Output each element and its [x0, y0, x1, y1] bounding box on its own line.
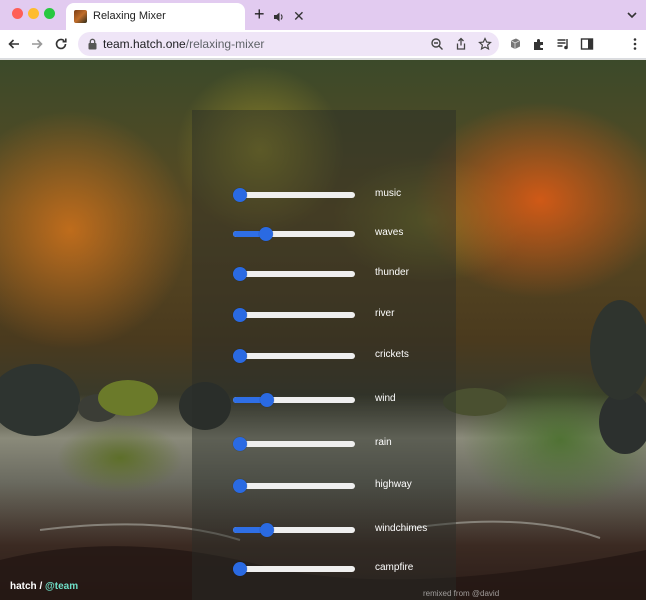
- volume-slider-river[interactable]: [233, 308, 355, 322]
- track-label: music: [375, 188, 402, 199]
- browser-toolbar: team.hatch.one/relaxing-mixer: [0, 30, 646, 59]
- forward-arrow-icon[interactable]: [30, 37, 44, 51]
- url-host: team.hatch.one: [103, 37, 186, 51]
- slider-thumb[interactable]: [260, 523, 275, 537]
- mixer-page: music waves thunder river crickets wind …: [0, 60, 646, 600]
- back-arrow-icon[interactable]: [7, 37, 21, 51]
- mixer-row: campfire: [192, 559, 456, 579]
- brand-separator: /: [36, 581, 46, 592]
- brand-name: hatch: [10, 581, 37, 592]
- track-label: thunder: [375, 267, 409, 278]
- track-label: river: [375, 308, 395, 319]
- chevron-down-icon[interactable]: [626, 9, 638, 21]
- mixer-row: wind: [192, 390, 456, 410]
- slider-thumb[interactable]: [233, 349, 248, 363]
- slider-thumb[interactable]: [233, 188, 248, 202]
- lock-icon[interactable]: [87, 38, 98, 50]
- hatch-brand-link[interactable]: hatch / @team: [10, 581, 78, 592]
- track-label: windchimes: [375, 523, 428, 534]
- favicon-icon: [74, 10, 87, 23]
- mixer-row: crickets: [192, 346, 456, 366]
- zoom-icon[interactable]: [430, 37, 444, 51]
- close-tab-icon[interactable]: ✕: [293, 9, 305, 23]
- bookmark-star-icon[interactable]: [478, 37, 492, 51]
- slider-thumb[interactable]: [260, 393, 275, 407]
- track-label: rain: [375, 437, 392, 448]
- slider-thumb[interactable]: [233, 437, 248, 451]
- maximize-window-button[interactable]: [44, 8, 55, 19]
- puzzle-icon[interactable]: [532, 37, 546, 51]
- mixer-row: waves: [192, 224, 456, 244]
- tab-title: Relaxing Mixer: [93, 10, 166, 22]
- track-label: highway: [375, 479, 412, 490]
- url-text[interactable]: team.hatch.one/relaxing-mixer: [103, 37, 264, 51]
- mixer-row: thunder: [192, 264, 456, 284]
- team-handle: @team: [45, 581, 79, 592]
- minimize-window-button[interactable]: [28, 8, 39, 19]
- volume-slider-windchimes[interactable]: [233, 523, 355, 537]
- slider-thumb[interactable]: [233, 562, 248, 576]
- mixer-panel: music waves thunder river crickets wind …: [192, 110, 456, 600]
- reload-icon[interactable]: [54, 37, 68, 51]
- mixer-row: highway: [192, 476, 456, 496]
- close-window-button[interactable]: [12, 8, 23, 19]
- volume-slider-crickets[interactable]: [233, 349, 355, 363]
- track-label: crickets: [375, 349, 409, 360]
- mixer-row: rain: [192, 434, 456, 454]
- mixer-row: river: [192, 305, 456, 325]
- volume-slider-wind[interactable]: [233, 393, 355, 407]
- slider-thumb[interactable]: [233, 267, 248, 281]
- volume-slider-campfire[interactable]: [233, 562, 355, 576]
- volume-slider-highway[interactable]: [233, 479, 355, 493]
- share-icon[interactable]: [454, 37, 468, 51]
- extension-badge-icon[interactable]: [508, 37, 522, 51]
- address-bar[interactable]: team.hatch.one/relaxing-mixer: [78, 32, 499, 56]
- volume-slider-music[interactable]: [233, 188, 355, 202]
- speaker-icon[interactable]: [273, 11, 285, 23]
- media-queue-icon[interactable]: [556, 37, 570, 51]
- remix-credit[interactable]: remixed from @david: [423, 589, 499, 598]
- side-panel-icon[interactable]: [580, 37, 594, 51]
- tab-strip: Relaxing Mixer ✕ +: [0, 0, 646, 30]
- active-tab[interactable]: Relaxing Mixer ✕: [66, 3, 305, 30]
- track-label: wind: [375, 393, 396, 404]
- volume-slider-waves[interactable]: [233, 227, 355, 241]
- more-vert-icon[interactable]: [628, 37, 642, 51]
- mixer-row: windchimes: [192, 520, 456, 540]
- slider-thumb[interactable]: [233, 479, 248, 493]
- url-path: /relaxing-mixer: [185, 37, 265, 51]
- track-label: waves: [375, 227, 404, 238]
- new-tab-button[interactable]: +: [254, 4, 265, 24]
- slider-thumb[interactable]: [258, 227, 273, 241]
- slider-thumb[interactable]: [233, 308, 248, 322]
- mixer-row: music: [192, 185, 456, 205]
- volume-slider-thunder[interactable]: [233, 267, 355, 281]
- track-label: campfire: [375, 562, 414, 573]
- volume-slider-rain[interactable]: [233, 437, 355, 451]
